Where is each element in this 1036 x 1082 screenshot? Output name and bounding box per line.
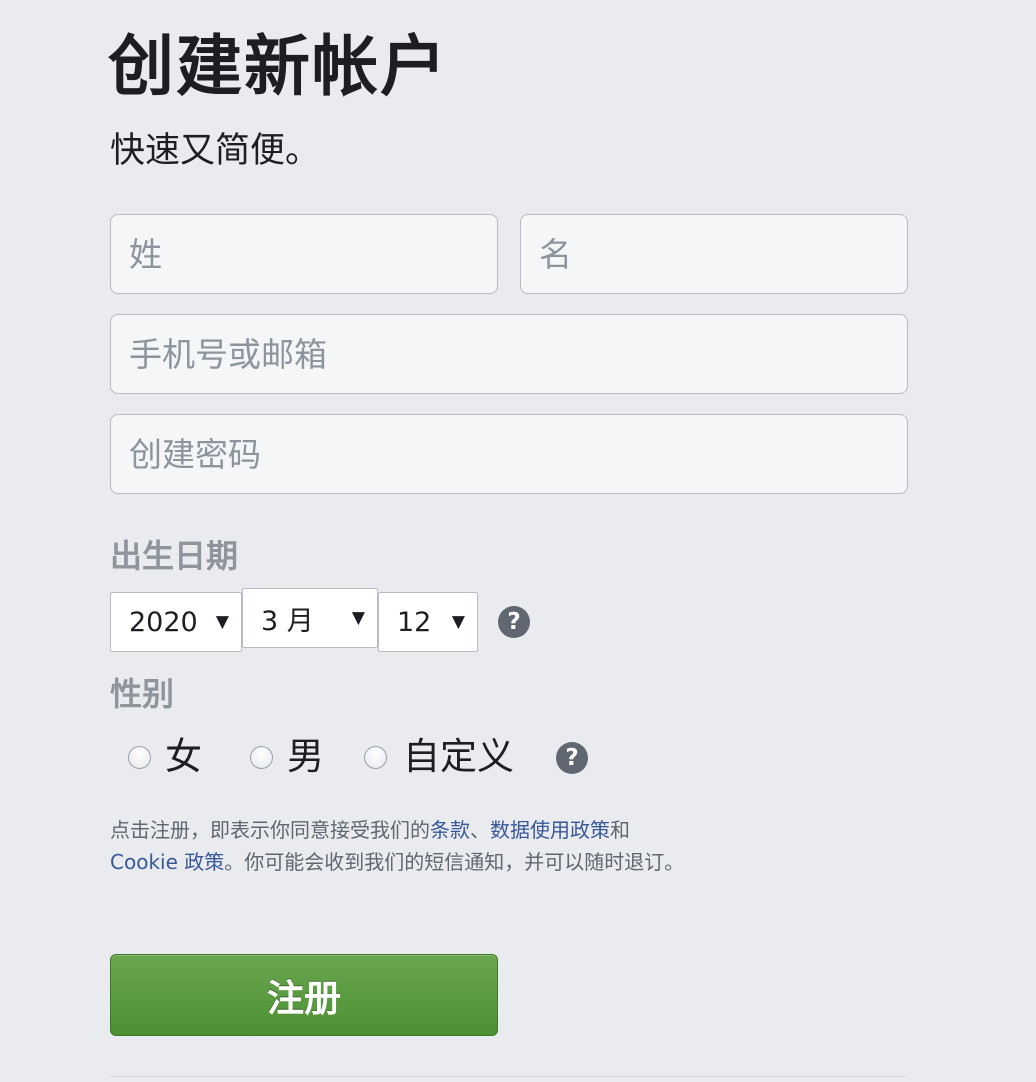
terms-notice: 点击注册，即表示你同意接受我们的条款、数据使用政策和 Cookie 政策。你可能会… — [110, 814, 750, 878]
chevron-down-icon: ▼ — [215, 611, 229, 632]
gender-option-male[interactable]: 男 — [250, 734, 324, 780]
gender-option-label: 女 — [165, 735, 202, 778]
gender-help-icon[interactable]: ? — [556, 742, 588, 774]
birthday-month-select[interactable]: 3 月 ▼ — [242, 588, 378, 648]
terms-text-suffix: 。你可能会收到我们的短信通知，并可以随时退订。 — [224, 850, 685, 874]
first-name-input[interactable] — [520, 214, 908, 294]
last-name-input[interactable] — [110, 214, 498, 294]
chevron-down-icon: ▼ — [351, 607, 365, 628]
data-policy-link[interactable]: 数据使用政策 — [490, 818, 610, 842]
page-subtitle: 快速又简便。 — [110, 131, 321, 171]
birthday-day-value: 12 — [397, 606, 432, 638]
birthday-label: 出生日期 — [110, 537, 239, 575]
birthday-year-value: 2020 — [129, 606, 198, 638]
birthday-help-icon[interactable]: ? — [498, 606, 530, 638]
phone-or-email-input[interactable] — [110, 314, 908, 394]
birthday-day-select[interactable]: 12 ▼ — [378, 592, 478, 652]
gender-option-label: 男 — [287, 735, 324, 778]
chevron-down-icon: ▼ — [451, 611, 465, 632]
gender-option-female[interactable]: 女 — [128, 734, 202, 780]
gender-label: 性别 — [110, 675, 175, 713]
terms-separator: 、 — [470, 818, 490, 842]
birthday-month-value: 3 月 — [261, 605, 314, 637]
terms-conjunction: 和 — [610, 818, 630, 842]
cookie-policy-link[interactable]: Cookie 政策 — [110, 850, 224, 874]
gender-radio-male[interactable] — [250, 745, 273, 769]
terms-text-prefix: 点击注册，即表示你同意接受我们的 — [110, 818, 430, 842]
signup-button[interactable]: 注册 — [110, 954, 498, 1036]
divider — [110, 1076, 906, 1077]
gender-option-label: 自定义 — [403, 735, 514, 778]
terms-link[interactable]: 条款 — [430, 818, 470, 842]
gender-radio-female[interactable] — [128, 745, 151, 769]
birthday-year-select[interactable]: 2020 ▼ — [110, 592, 242, 652]
gender-radio-custom[interactable] — [364, 745, 387, 769]
gender-option-custom[interactable]: 自定义 — [364, 734, 514, 780]
page-title: 创建新帐户 — [108, 28, 448, 105]
password-input[interactable] — [110, 414, 908, 494]
